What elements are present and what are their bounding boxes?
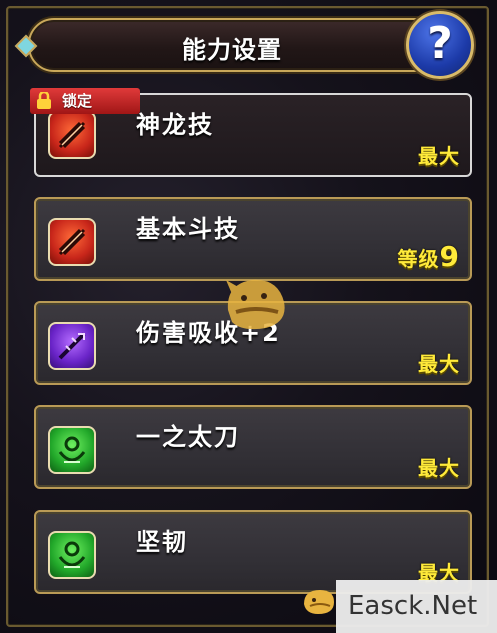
skill-level: 等级9 (398, 240, 460, 273)
lock-label: 锁定 (62, 92, 93, 110)
page-title: 能力设置 (182, 36, 282, 64)
skill-level: 最大 (418, 456, 460, 480)
watermark-bird-icon (304, 590, 334, 614)
level-number: 9 (439, 240, 460, 273)
green-figure-icon (48, 426, 96, 474)
purple-burst-icon (48, 322, 96, 370)
help-button[interactable]: ? (406, 11, 474, 79)
red-slash-icon (48, 218, 96, 266)
skill-name: 基本斗技 (136, 215, 240, 243)
title-bar: 能力设置 (28, 18, 436, 72)
skill-level: 最大 (418, 352, 460, 376)
lock-icon (37, 92, 51, 109)
red-slash-icon (48, 111, 96, 159)
skill-name: 神龙技 (136, 111, 214, 139)
skill-card-2[interactable]: 基本斗技 等级9 (34, 197, 472, 281)
skill-name: 坚韧 (136, 528, 188, 556)
skill-level: 最大 (418, 144, 460, 168)
skill-card-4[interactable]: 一之太刀 最大 (34, 405, 472, 489)
level-prefix: 等级 (397, 247, 440, 271)
lock-badge: 锁定 (30, 88, 140, 114)
watermark-label: Easck.Net (336, 580, 497, 633)
skill-name: 一之太刀 (136, 423, 240, 451)
green-figure-icon (48, 531, 96, 579)
watermark-mascot-icon (226, 279, 285, 330)
